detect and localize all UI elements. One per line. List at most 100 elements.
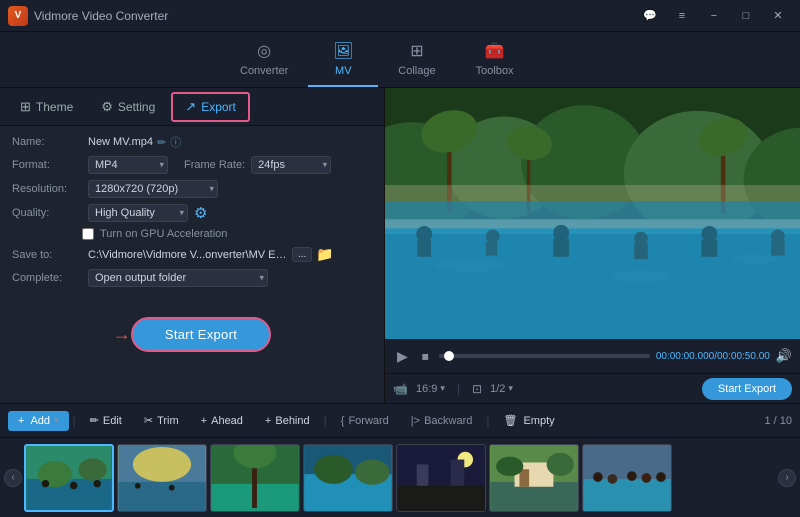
resolution-select[interactable]: 1280x720 (720p) 1920x1080 (1080p) 854x48… [88, 180, 218, 198]
format-select[interactable]: MP4 MKV AVI [88, 156, 168, 174]
ahead-label: Ahead [211, 415, 243, 427]
folder-icon[interactable]: 📁 [316, 246, 333, 263]
quality-row: Quality: High Quality Standard Low Size … [12, 204, 372, 222]
tab-mv[interactable]: 🖼 MV [308, 35, 378, 87]
framerate-select[interactable]: 24fps 30fps 60fps [251, 156, 331, 174]
thumb-svg-2 [118, 445, 206, 511]
add-chevron: ▾ [54, 415, 59, 426]
filmstrip-prev[interactable]: ‹ [4, 469, 22, 487]
video-size-icon: 📹 [393, 382, 408, 396]
complete-label: Complete: [12, 272, 82, 284]
forward-button[interactable]: { Forward [331, 411, 399, 431]
film-thumb-5[interactable]: 🖼 [396, 444, 486, 512]
film-thumb-4[interactable]: 🖼 [303, 444, 393, 512]
trim-icon: ✂ [144, 414, 153, 427]
film-thumb-1[interactable]: ▶ 00:00:05 ✕ ▶ ✂ ⓘ [24, 444, 114, 512]
divider3: | [486, 414, 489, 428]
format-select-wrapper: MP4 MKV AVI [88, 156, 168, 174]
menu-button[interactable]: ≡ [668, 6, 696, 26]
tab-toolbox[interactable]: 🧰 Toolbox [456, 35, 534, 87]
forward-label: Forward [348, 415, 388, 427]
edit-scissors-icon: ✏ [90, 414, 99, 427]
size-label: 1/2 [490, 383, 505, 395]
trim-button[interactable]: ✂ Trim [134, 410, 189, 431]
format-row: Format: MP4 MKV AVI Frame Rate: 24fps [12, 156, 372, 174]
start-export-right-button[interactable]: Start Export [702, 378, 792, 400]
start-export-button[interactable]: Start Export [131, 317, 271, 352]
thumb-svg-1 [26, 446, 112, 510]
title-bar: V Vidmore Video Converter 💬 ≡ − □ ✕ [0, 0, 800, 32]
film-thumb-7[interactable]: 🖼 [582, 444, 672, 512]
tab-converter-label: Converter [240, 65, 288, 77]
name-value: New MV.mp4 [88, 136, 153, 148]
film-thumb-6[interactable]: 🖼 [489, 444, 579, 512]
export-button[interactable]: ↗ Export [171, 92, 250, 122]
pool-scene-bg [385, 88, 800, 339]
tab-toolbox-label: Toolbox [476, 65, 514, 77]
add-button[interactable]: + Add ▾ [8, 411, 69, 431]
theme-button[interactable]: ⊞ Theme [8, 94, 85, 120]
minimize-button[interactable]: − [700, 6, 728, 26]
name-label: Name: [12, 136, 82, 148]
size-chevron: ▾ [508, 383, 513, 394]
app-icon: V [8, 6, 28, 26]
behind-button[interactable]: + Behind [255, 411, 320, 431]
progress-bar[interactable] [439, 354, 650, 358]
tab-converter[interactable]: ◎ Converter [220, 35, 308, 87]
saveto-label: Save to: [12, 249, 82, 261]
info-icon[interactable]: ⓘ [170, 134, 181, 150]
ratio-button[interactable]: 16:9 ▾ [416, 383, 445, 395]
app-window: V Vidmore Video Converter 💬 ≡ − □ ✕ ◎ Co… [0, 0, 800, 517]
video-preview [385, 88, 800, 339]
form-area: Name: New MV.mp4 ✏ ⓘ Format: MP4 MKV A [0, 126, 384, 301]
format-label: Format: [12, 159, 82, 171]
page-count: 1 / 10 [764, 415, 792, 427]
thumb-svg-5 [397, 445, 485, 511]
tab-collage[interactable]: ⊞ Collage [378, 35, 455, 87]
film-thumb-2[interactable]: 🖼 [117, 444, 207, 512]
ratio-chevron: ▾ [440, 383, 445, 394]
close-button[interactable]: ✕ [764, 6, 792, 26]
chat-button[interactable]: 💬 [636, 6, 664, 26]
theme-icon: ⊞ [20, 99, 31, 115]
film-thumb-3[interactable]: 🖼 [210, 444, 300, 512]
pool-svg [385, 88, 800, 339]
ratio-label: 16:9 [416, 383, 437, 395]
maximize-button[interactable]: □ [732, 6, 760, 26]
size-button[interactable]: 1/2 ▾ [490, 383, 513, 395]
quality-select[interactable]: High Quality Standard Low Size [88, 204, 188, 222]
stop-button[interactable]: ⏹ [418, 347, 433, 365]
resolution-select-wrapper: 1280x720 (720p) 1920x1080 (1080p) 854x48… [88, 180, 218, 198]
resolution-row: Resolution: 1280x720 (720p) 1920x1080 (1… [12, 180, 372, 198]
ahead-button[interactable]: + Ahead [191, 411, 253, 431]
complete-select[interactable]: Open output folder Do nothing Shut down [88, 269, 268, 287]
gpu-label: Turn on GPU Acceleration [100, 228, 227, 240]
backward-label: Backward [424, 415, 472, 427]
controls-divider: | [457, 382, 460, 396]
video-controls-row2: 📹 16:9 ▾ | ⊡ 1/2 ▾ Start Export [385, 373, 800, 403]
framerate-select-wrapper: 24fps 30fps 60fps [251, 156, 331, 174]
edit-button[interactable]: ✏ Edit [80, 410, 132, 431]
name-value-group: New MV.mp4 ✏ ⓘ [88, 134, 181, 150]
edit-icon[interactable]: ✏ [157, 136, 166, 149]
play-button[interactable]: ▶ [393, 347, 412, 365]
volume-icon[interactable]: 🔊 [776, 348, 792, 364]
filmstrip: ‹ ▶ 00:00:05 ✕ ▶ ✂ ⓘ 🖼 [0, 437, 800, 517]
save-path: C:\Vidmore\Vidmore V...onverter\MV Expor… [88, 249, 288, 261]
filmstrip-next[interactable]: › [778, 469, 796, 487]
backward-button[interactable]: |> Backward [401, 411, 483, 431]
title-bar-left: V Vidmore Video Converter [8, 6, 168, 26]
content-area: ⊞ Theme ⚙ Setting ↗ Export Name: [0, 88, 800, 403]
forward-icon: { [341, 415, 345, 427]
behind-icon: + [265, 415, 271, 427]
browse-path-button[interactable]: ... [292, 247, 312, 262]
gpu-checkbox[interactable] [82, 228, 94, 240]
progress-dot [444, 351, 454, 361]
gpu-row: Turn on GPU Acceleration [12, 228, 372, 240]
setting-button[interactable]: ⚙ Setting [89, 94, 167, 120]
empty-button[interactable]: 🗑 Empty [493, 410, 564, 431]
quality-settings-button[interactable]: ⚙ [194, 204, 207, 222]
framerate-section: Frame Rate: 24fps 30fps 60fps [184, 156, 331, 174]
setting-label: Setting [118, 100, 155, 114]
theme-label: Theme [36, 100, 73, 114]
